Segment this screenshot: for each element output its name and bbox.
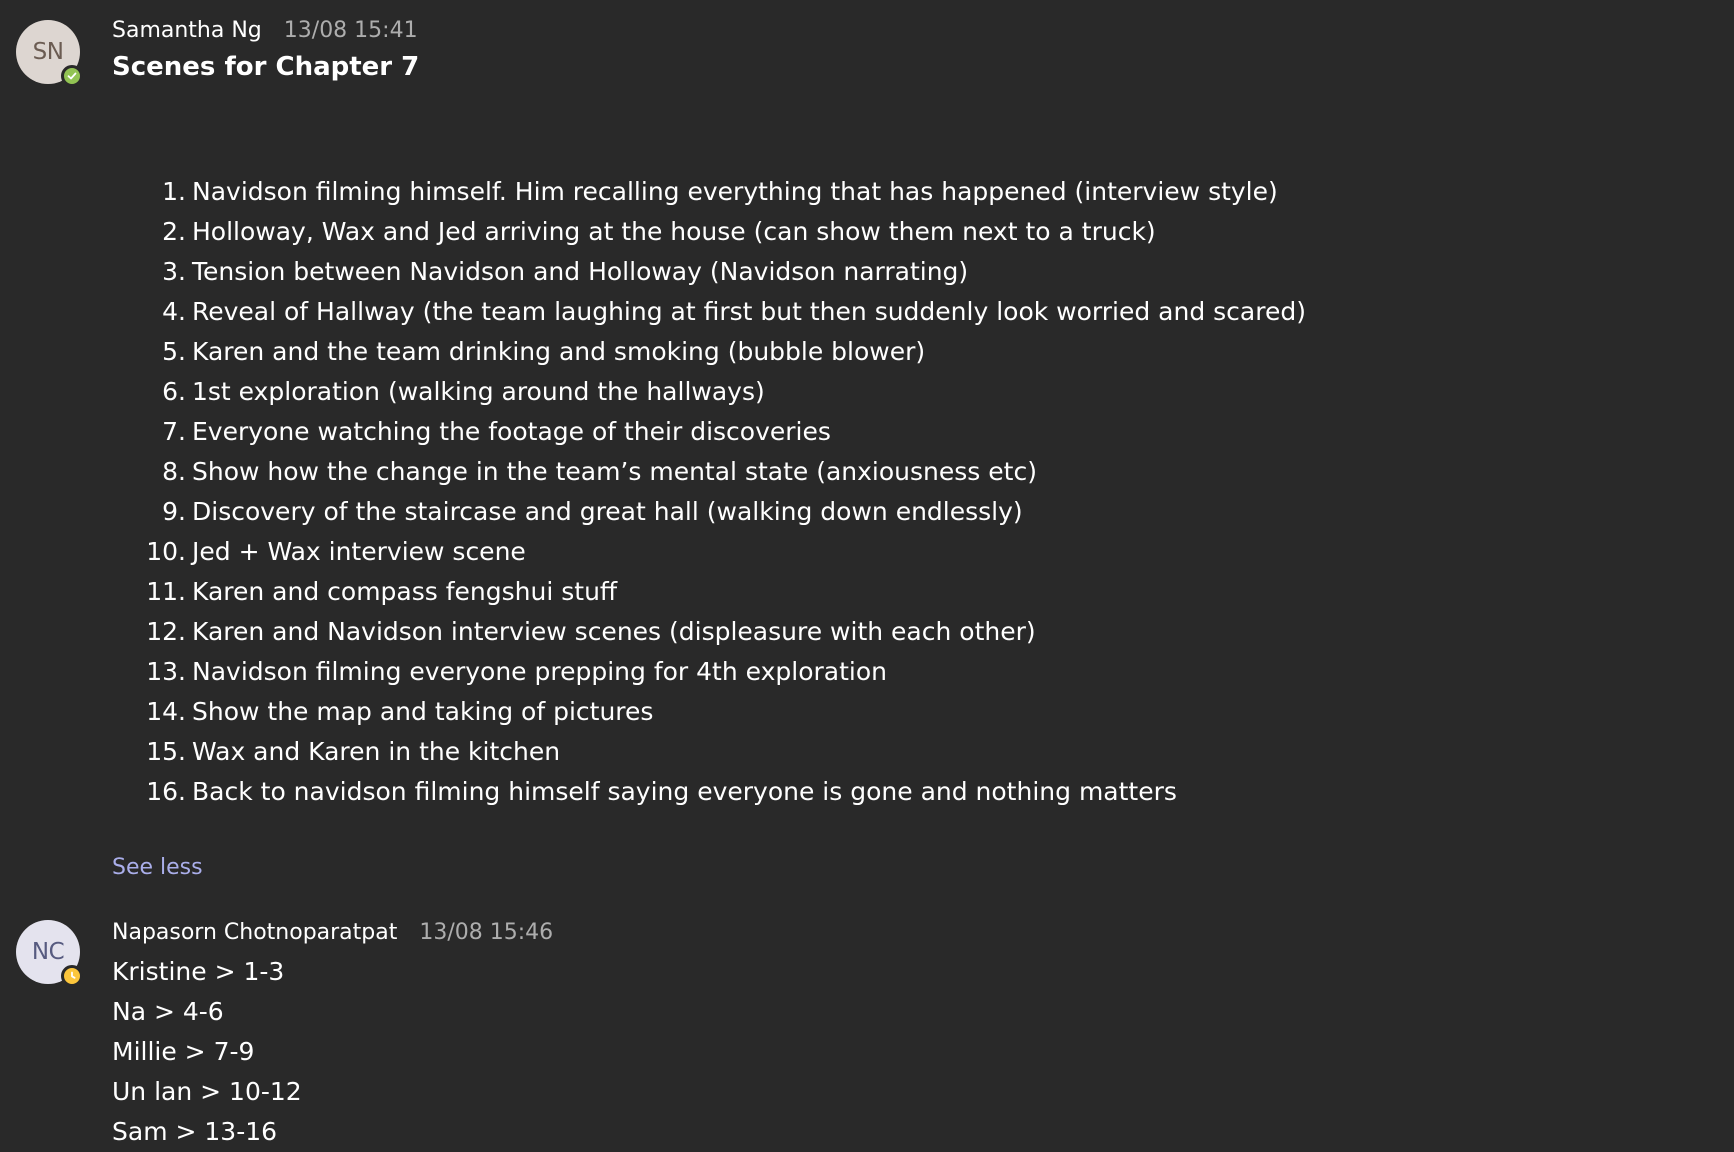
- avatar[interactable]: NC: [16, 920, 83, 987]
- message-samantha: SN Samantha Ng 13/08 15:41 Scenes for Ch…: [0, 0, 1734, 900]
- scene-number: 3.: [162, 257, 186, 286]
- assignment-line: Un lan > 10-12: [112, 1077, 302, 1106]
- message-timestamp: 13/08 15:46: [419, 920, 554, 945]
- scene-number: 8.: [162, 457, 186, 486]
- scene-text: Jed + Wax interview scene: [192, 537, 526, 566]
- scene-text: Discovery of the staircase and great hal…: [192, 497, 1023, 526]
- scene-number: 14.: [146, 697, 186, 726]
- scene-number: 1.: [162, 177, 186, 206]
- scene-number: 9.: [162, 497, 186, 526]
- assignment-list: Kristine > 1-3 Na > 4-6 Millie > 7-9 Un lan…: [112, 952, 302, 1152]
- scene-number: 10.: [146, 537, 186, 566]
- avatar[interactable]: SN: [16, 20, 83, 87]
- scene-text: Everyone watching the footage of their d…: [192, 417, 831, 446]
- scene-text: Wax and Karen in the kitchen: [192, 737, 561, 766]
- message-napasorn: NC Napasorn Chotnoparatpat 13/08 15:46 K…: [0, 900, 1734, 1152]
- scene-number: 11.: [146, 577, 186, 606]
- author-name[interactable]: Samantha Ng: [112, 18, 262, 43]
- scene-text: Holloway, Wax and Jed arriving at the ho…: [192, 217, 1156, 246]
- presence-away-badge: [61, 965, 83, 987]
- scene-text: Navidson filming himself. Him recalling …: [192, 177, 1278, 206]
- scene-number: 15.: [146, 737, 186, 766]
- check-icon: [67, 72, 77, 80]
- avatar-initials: SN: [32, 39, 64, 65]
- scene-number: 16.: [146, 777, 186, 806]
- scene-text: Karen and the team drinking and smoking …: [192, 337, 926, 366]
- clock-icon: [71, 971, 76, 979]
- scene-text: Tension between Navidson and Holloway (N…: [192, 257, 969, 286]
- scene-text: Karen and Navidson interview scenes (dis…: [192, 617, 1036, 646]
- scene-number: 5.: [162, 337, 186, 366]
- scene-text: Back to navidson filming himself saying …: [192, 777, 1177, 806]
- scene-number: 6.: [162, 377, 186, 406]
- assignment-line: Kristine > 1-3: [112, 957, 285, 986]
- scene-text: Show how the change in the team’s mental…: [192, 457, 1037, 486]
- message-header: Napasorn Chotnoparatpat 13/08 15:46: [112, 920, 553, 945]
- message-header: Samantha Ng 13/08 15:41: [112, 18, 418, 43]
- scene-number: 13.: [146, 657, 186, 686]
- avatar-initials: NC: [31, 939, 65, 965]
- presence-available-badge: [61, 65, 83, 87]
- see-less-link[interactable]: See less: [112, 855, 203, 880]
- scene-number: 12.: [146, 617, 186, 646]
- assignment-line: Na > 4-6: [112, 997, 224, 1026]
- scene-number: 7.: [162, 417, 186, 446]
- scene-text: Reveal of Hallway (the team laughing at …: [192, 297, 1306, 326]
- author-name[interactable]: Napasorn Chotnoparatpat: [112, 920, 397, 945]
- message-timestamp: 13/08 15:41: [283, 18, 418, 43]
- scene-number: 4.: [162, 297, 186, 326]
- scene-text: Karen and compass fengshui stuff: [192, 577, 618, 606]
- assignment-line: Millie > 7-9: [112, 1037, 255, 1066]
- scene-text: Navidson filming everyone prepping for 4…: [192, 657, 887, 686]
- chat-thread: SN Samantha Ng 13/08 15:41 Scenes for Ch…: [0, 0, 1734, 1152]
- assignment-line: Sam > 13-16: [112, 1117, 278, 1146]
- scene-text: Show the map and taking of pictures: [192, 697, 654, 726]
- scene-text: 1st exploration (walking around the hall…: [192, 377, 765, 406]
- scene-number: 2.: [162, 217, 186, 246]
- message-subject: Scenes for Chapter 7: [112, 52, 420, 82]
